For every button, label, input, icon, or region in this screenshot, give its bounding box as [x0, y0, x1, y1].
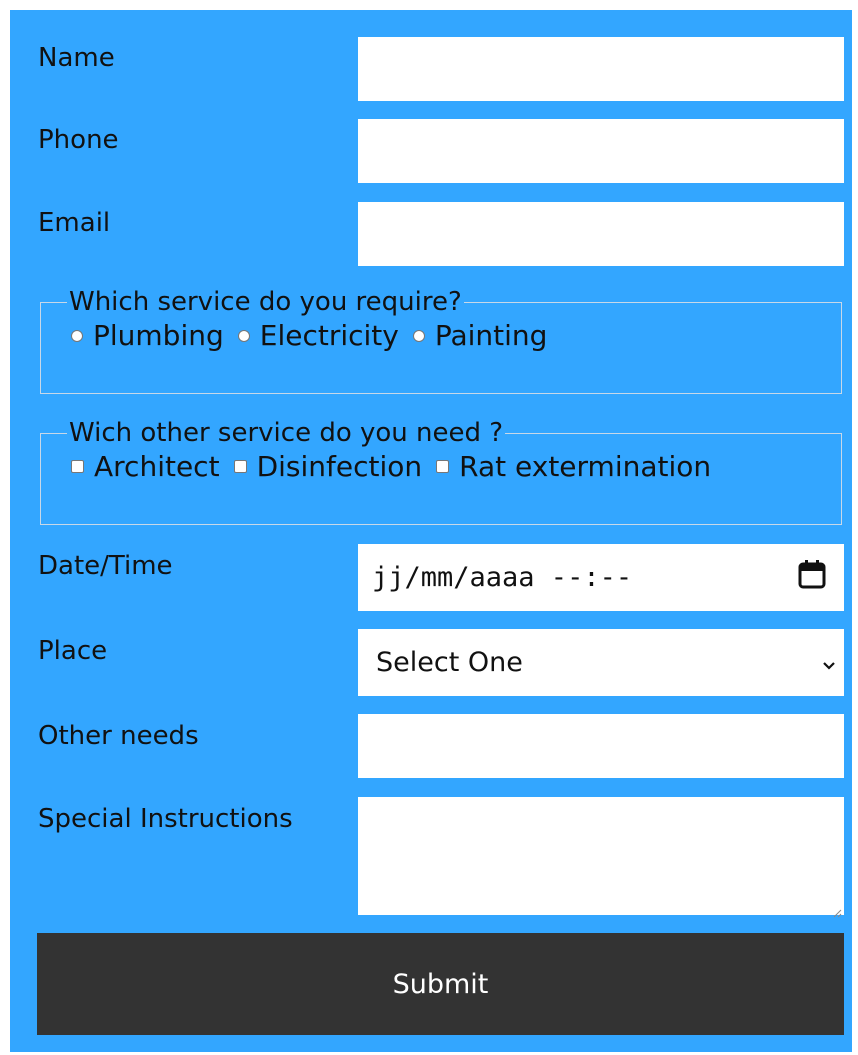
architect-label: Architect	[94, 450, 220, 483]
place-select[interactable]: Select One	[358, 629, 844, 696]
submit-button[interactable]: Submit	[37, 933, 844, 1035]
phone-label: Phone	[38, 125, 119, 155]
other-needs-label: Other needs	[38, 721, 199, 751]
rat-extermination-label: Rat extermination	[459, 450, 712, 483]
chevron-down-icon	[822, 647, 836, 678]
service-request-form: Name Phone Email Which service do you re…	[10, 10, 852, 1052]
other-services-fieldset: Wich other service do you need ? Archite…	[40, 418, 842, 525]
datetime-input[interactable]: jj/mm/aaaa --:--	[358, 544, 844, 611]
datetime-label: Date/Time	[38, 551, 173, 581]
rat-extermination-checkbox[interactable]	[436, 460, 450, 473]
other-needs-input[interactable]	[358, 714, 844, 778]
name-input[interactable]	[358, 37, 844, 101]
service-fieldset: Which service do you require? Plumbing E…	[40, 287, 842, 394]
plumbing-radio[interactable]	[71, 329, 83, 342]
electricity-label: Electricity	[259, 319, 399, 352]
service-options: Plumbing Electricity Painting	[71, 319, 841, 352]
other-services-legend: Wich other service do you need ?	[69, 418, 504, 448]
special-instructions-label: Special Instructions	[38, 804, 293, 834]
place-label: Place	[38, 636, 108, 666]
service-legend: Which service do you require?	[69, 287, 462, 317]
service-option-plumbing[interactable]: Plumbing	[71, 319, 224, 352]
other-option-disinfection[interactable]: Disinfection	[233, 450, 423, 483]
disinfection-label: Disinfection	[256, 450, 423, 483]
architect-checkbox[interactable]	[71, 460, 84, 473]
datetime-placeholder: jj/mm/aaaa --:--	[372, 562, 633, 593]
other-option-rat-extermination[interactable]: Rat extermination	[436, 450, 711, 483]
disinfection-checkbox[interactable]	[233, 460, 247, 473]
other-option-architect[interactable]: Architect	[71, 450, 220, 483]
place-selected-value: Select One	[376, 647, 523, 678]
service-option-electricity[interactable]: Electricity	[237, 319, 399, 352]
email-label: Email	[38, 208, 111, 238]
calendar-icon[interactable]	[798, 559, 826, 596]
service-option-painting[interactable]: Painting	[412, 319, 548, 352]
electricity-radio[interactable]	[237, 329, 250, 342]
phone-input[interactable]	[358, 119, 844, 183]
special-instructions-textarea[interactable]	[358, 797, 844, 918]
painting-radio[interactable]	[412, 329, 425, 342]
email-input[interactable]	[358, 202, 844, 266]
other-services-options: Architect Disinfection Rat extermination	[71, 450, 841, 483]
painting-label: Painting	[434, 319, 548, 352]
name-label: Name	[38, 43, 115, 73]
resize-handle-icon[interactable]	[832, 903, 842, 918]
plumbing-label: Plumbing	[93, 319, 224, 352]
